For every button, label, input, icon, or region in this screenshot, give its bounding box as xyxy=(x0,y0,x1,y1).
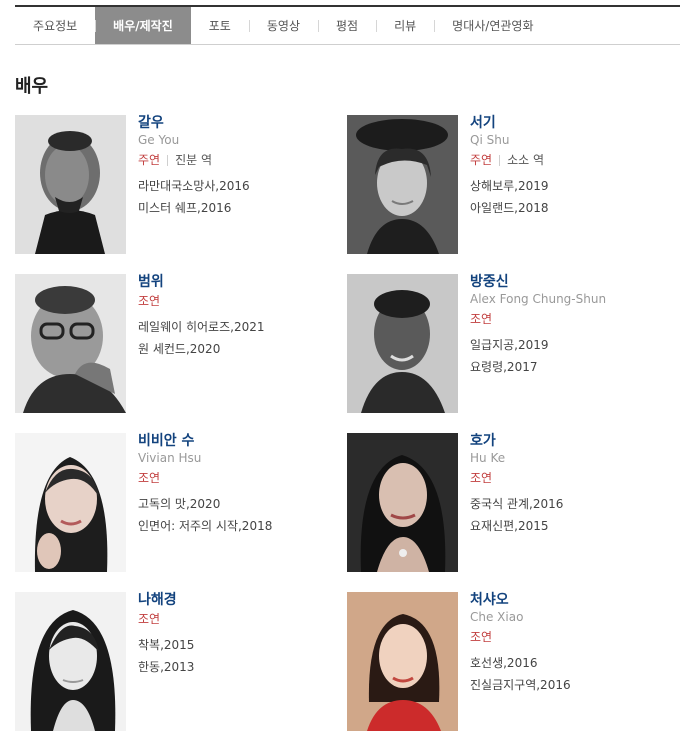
actor-role: 주연 진분 역 xyxy=(138,151,338,169)
actor-name[interactable]: 비비안 수 xyxy=(138,433,338,451)
actor-portrait-image xyxy=(347,115,458,254)
actor-english-name: Hu Ke xyxy=(470,451,506,465)
role-type: 조연 xyxy=(138,611,161,626)
role-divider xyxy=(499,154,501,166)
role-type: 주연 xyxy=(138,152,161,167)
actor-photo[interactable] xyxy=(15,433,126,572)
filmography-item[interactable]: 원 세컨드,2020 xyxy=(138,341,338,363)
filmography-item[interactable]: 호선생,2016 xyxy=(470,655,670,677)
filmography-item[interactable]: 레일웨이 히어로즈,2021 xyxy=(138,319,338,341)
tab-quotes-related[interactable]: 명대사/연관영화 xyxy=(434,7,551,44)
role-type: 조연 xyxy=(138,470,161,485)
tab-cast-crew[interactable]: 배우/제작진 xyxy=(95,7,191,44)
character-name: 진분 역 xyxy=(175,152,213,167)
actor-portrait-image xyxy=(15,433,126,572)
actor-role: 조연 xyxy=(470,628,670,646)
actor-english-name: Qi Shu xyxy=(470,133,510,147)
actor-role: 조연 xyxy=(470,310,670,328)
actor-photo[interactable] xyxy=(347,433,458,572)
filmography-item[interactable]: 중국식 관계,2016 xyxy=(470,496,670,518)
filmography-item[interactable]: 진실금지구역,2016 xyxy=(470,677,670,699)
actor-photo[interactable] xyxy=(347,274,458,413)
tab-bar: 주요정보 배우/제작진 포토 동영상 평점 리뷰 명대사/연관영화 xyxy=(15,5,680,45)
tab-rating[interactable]: 평점 xyxy=(317,7,376,44)
actor-card: 호가 Hu Ke 조연 중국식 관계,2016 요재신편,2015 xyxy=(347,433,667,573)
role-type: 조연 xyxy=(138,293,161,308)
actor-name[interactable]: 범위 xyxy=(138,274,338,292)
filmography-item[interactable]: 한동,2013 xyxy=(138,659,338,681)
actor-name[interactable]: 호가 xyxy=(470,433,670,451)
actor-role: 주연 소소 역 xyxy=(470,151,670,169)
actor-photo[interactable] xyxy=(347,592,458,731)
filmography-item[interactable]: 라만대국소망사,2016 xyxy=(138,178,338,200)
tab-photo[interactable]: 포토 xyxy=(191,7,249,44)
actor-card: 방중신 Alex Fong Chung-Shun 조연 일급지공,2019 요령… xyxy=(347,274,667,414)
filmography-item[interactable]: 아일랜드,2018 xyxy=(470,200,670,222)
actor-role: 조연 xyxy=(470,469,670,487)
role-type: 주연 xyxy=(470,152,493,167)
tab-review[interactable]: 리뷰 xyxy=(376,7,434,44)
filmography-item[interactable]: 요재신편,2015 xyxy=(470,518,670,540)
filmography-item[interactable]: 미스터 쉐프,2016 xyxy=(138,200,338,222)
actor-role: 조연 xyxy=(138,469,338,487)
actor-card: 서기 Qi Shu 주연 소소 역 상해보루,2019 아일랜드,2018 xyxy=(347,115,667,255)
actor-role: 조연 xyxy=(138,292,338,310)
actor-card: 갈우 Ge You 주연 진분 역 라만대국소망사,2016 미스터 쉐프,20… xyxy=(15,115,335,255)
actor-card: 처샤오 Che Xiao 조연 호선생,2016 진실금지구역,2016 xyxy=(347,592,667,732)
filmography-item[interactable]: 요령령,2017 xyxy=(470,359,670,381)
filmography-item[interactable]: 착복,2015 xyxy=(138,637,338,659)
actor-card: 비비안 수 Vivian Hsu 조연 고독의 맛,2020 인면어: 저주의 … xyxy=(15,433,335,573)
filmography-item[interactable]: 고독의 맛,2020 xyxy=(138,496,338,518)
filmography-item[interactable]: 일급지공,2019 xyxy=(470,337,670,359)
actor-name[interactable]: 갈우 xyxy=(138,115,338,133)
actor-english-name: Ge You xyxy=(138,133,180,147)
actor-portrait-image xyxy=(347,433,458,572)
role-type: 조연 xyxy=(470,470,493,485)
actor-name[interactable]: 나해경 xyxy=(138,592,338,610)
actor-photo[interactable] xyxy=(15,274,126,413)
role-type: 조연 xyxy=(470,311,493,326)
actor-portrait-image xyxy=(347,274,458,413)
character-name: 소소 역 xyxy=(507,152,545,167)
actor-card: 나해경 조연 착복,2015 한동,2013 xyxy=(15,592,335,732)
actor-photo[interactable] xyxy=(15,592,126,731)
actor-name[interactable]: 처샤오 xyxy=(470,592,670,610)
actor-card: 범위 조연 레일웨이 히어로즈,2021 원 세컨드,2020 xyxy=(15,274,335,414)
role-type: 조연 xyxy=(470,629,493,644)
section-title: 배우 xyxy=(15,76,49,97)
actor-portrait-image xyxy=(15,115,126,254)
role-divider xyxy=(167,154,169,166)
actor-role: 조연 xyxy=(138,610,338,628)
actor-portrait-image xyxy=(347,592,458,731)
actor-portrait-image xyxy=(15,274,126,413)
actor-name[interactable]: 서기 xyxy=(470,115,670,133)
actor-english-name: Che Xiao xyxy=(470,610,524,624)
actor-photo[interactable] xyxy=(15,115,126,254)
filmography-item[interactable]: 상해보루,2019 xyxy=(470,178,670,200)
actor-photo[interactable] xyxy=(347,115,458,254)
actor-english-name: Vivian Hsu xyxy=(138,451,202,465)
actor-english-name: Alex Fong Chung-Shun xyxy=(470,292,607,306)
actor-portrait-image xyxy=(15,592,126,731)
actor-name[interactable]: 방중신 xyxy=(470,274,670,292)
tab-video[interactable]: 동영상 xyxy=(248,7,318,44)
filmography-item[interactable]: 인면어: 저주의 시작,2018 xyxy=(138,518,338,540)
tab-main-info[interactable]: 주요정보 xyxy=(15,7,95,44)
